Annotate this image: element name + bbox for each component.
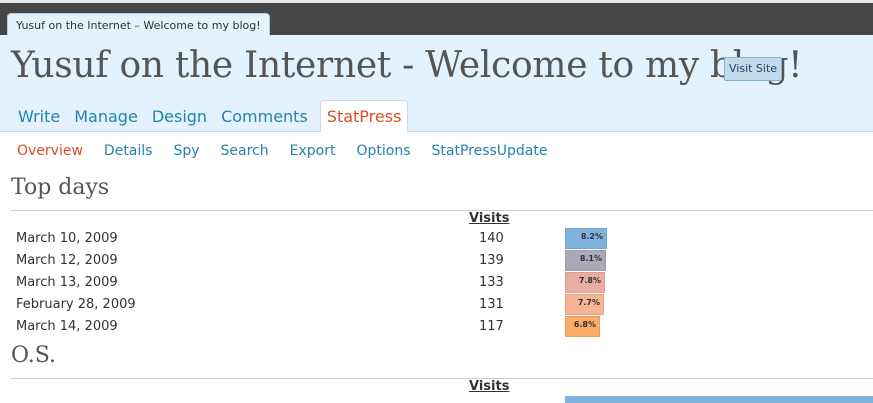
- row-date: March 14, 2009: [16, 319, 118, 334]
- divider: [11, 378, 873, 379]
- row-visits: 139: [479, 253, 504, 268]
- os-visits-column-header: Visits: [469, 379, 510, 394]
- visit-site-button[interactable]: Visit Site: [724, 57, 783, 81]
- submenu-search[interactable]: Search: [221, 143, 269, 159]
- divider: [11, 210, 873, 211]
- menu-manage[interactable]: Manage: [68, 100, 144, 131]
- os-bar: [565, 396, 873, 403]
- submenu: Overview Details Spy Search Export Optio…: [17, 143, 569, 159]
- row-percent: 8.1%: [579, 254, 602, 263]
- row-date: March 12, 2009: [16, 253, 118, 268]
- row-percent: 7.8%: [578, 276, 601, 285]
- submenu-statpressupdate[interactable]: StatPressUpdate: [432, 143, 548, 159]
- row-bar: 8.1%: [565, 250, 606, 271]
- table-row: February 28, 2009 131 7.7%: [0, 294, 873, 316]
- menu-design[interactable]: Design: [146, 100, 213, 131]
- main-menu: Write Manage Design Comments StatPress: [12, 100, 410, 132]
- menu-comments[interactable]: Comments: [215, 100, 314, 131]
- top-days-title: Top days: [11, 175, 110, 200]
- table-row: March 12, 2009 139 8.1%: [0, 250, 873, 272]
- table-row: March 13, 2009 133 7.8%: [0, 272, 873, 294]
- row-bar: 7.8%: [565, 272, 605, 293]
- row-bar: 6.8%: [565, 316, 600, 337]
- row-visits: 117: [479, 319, 504, 334]
- admin-header: Yusuf on the Internet - Welcome to my bl…: [0, 35, 873, 132]
- row-date: March 10, 2009: [16, 231, 118, 246]
- row-date: March 13, 2009: [16, 275, 118, 290]
- row-date: February 28, 2009: [16, 297, 136, 312]
- row-percent: 6.8%: [573, 320, 596, 329]
- row-percent: 7.7%: [577, 298, 600, 307]
- submenu-overview[interactable]: Overview: [17, 143, 83, 159]
- site-title: Yusuf on the Internet - Welcome to my bl…: [11, 45, 803, 86]
- row-bar: 8.2%: [565, 228, 607, 249]
- table-row: March 10, 2009 140 8.2%: [0, 228, 873, 250]
- row-percent: 8.2%: [580, 232, 603, 241]
- submenu-spy[interactable]: Spy: [173, 143, 199, 159]
- submenu-options[interactable]: Options: [356, 143, 410, 159]
- submenu-details[interactable]: Details: [104, 143, 153, 159]
- row-visits: 133: [479, 275, 504, 290]
- row-visits: 131: [479, 297, 504, 312]
- os-title: O.S.: [11, 343, 57, 368]
- submenu-export[interactable]: Export: [290, 143, 336, 159]
- visits-column-header: Visits: [469, 211, 510, 226]
- row-bar: 7.7%: [565, 294, 604, 315]
- table-row: March 14, 2009 117 6.8%: [0, 316, 873, 338]
- menu-statpress[interactable]: StatPress: [319, 100, 409, 132]
- browser-tab-bar: Yusuf on the Internet – Welcome to my bl…: [0, 0, 873, 38]
- row-visits: 140: [479, 231, 504, 246]
- menu-write[interactable]: Write: [12, 100, 66, 131]
